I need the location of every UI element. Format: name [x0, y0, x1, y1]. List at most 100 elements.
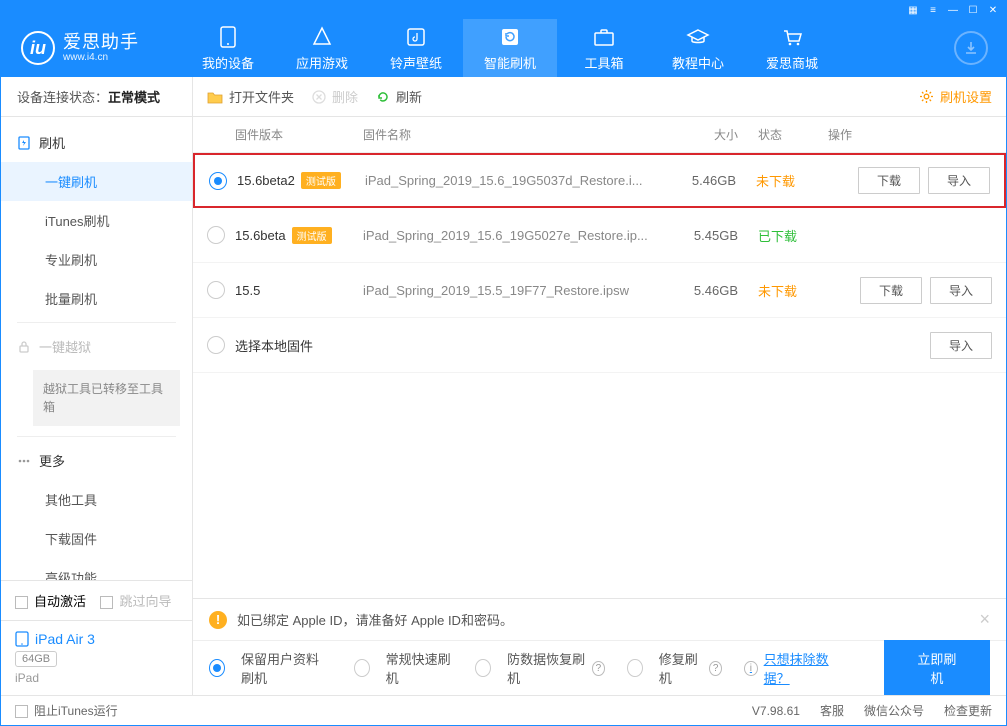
device-card[interactable]: iPad Air 3 64GB iPad: [1, 620, 192, 695]
beta-tag: 测试版: [292, 227, 332, 244]
help-icon[interactable]: ?: [592, 661, 605, 676]
lock-icon: [17, 340, 31, 354]
logo: iu 爱思助手 www.i4.cn: [1, 31, 181, 65]
block-itunes-checkbox[interactable]: 阻止iTunes运行: [15, 702, 118, 719]
version-cell: 15.6beta2测试版: [237, 172, 365, 189]
nav-label: 应用游戏: [296, 53, 348, 72]
nav-store[interactable]: 爱思商城: [745, 19, 839, 77]
nav-label: 爱思商城: [766, 53, 818, 72]
nav-ringtone[interactable]: 铃声壁纸: [369, 19, 463, 77]
footer-service[interactable]: 客服: [820, 702, 844, 719]
radio-button[interactable]: [207, 281, 225, 299]
sidebar-item-other[interactable]: 其他工具: [1, 480, 192, 519]
nav-label: 教程中心: [672, 53, 724, 72]
nav-tutorial[interactable]: 教程中心: [651, 19, 745, 77]
info-icon: i: [744, 661, 757, 676]
app-url: www.i4.cn: [63, 52, 139, 63]
radio-icon: [475, 659, 491, 677]
sidebar-item-batch[interactable]: 批量刷机: [1, 279, 192, 318]
sidebar-group-jailbreak: 一键越狱: [1, 327, 192, 366]
firmware-row[interactable]: 15.5iPad_Spring_2019_15.5_19F77_Restore.…: [193, 263, 1006, 318]
header-status: 状态: [738, 126, 828, 143]
table-header: 固件版本 固件名称 大小 状态 操作: [193, 117, 1006, 153]
firmware-row[interactable]: 15.6beta2测试版iPad_Spring_2019_15.6_19G503…: [193, 153, 1006, 208]
titlebar-menu-icon[interactable]: ≡: [924, 3, 942, 17]
footer-update[interactable]: 检查更新: [944, 702, 992, 719]
radio-icon: [354, 659, 370, 677]
opt-anti-recover[interactable]: 防数据恢复刷机?: [475, 649, 605, 687]
radio-button[interactable]: [207, 336, 225, 354]
sidebar-item-download[interactable]: 下载固件: [1, 519, 192, 558]
radio-icon: [627, 659, 643, 677]
flash-settings-button[interactable]: 刷机设置: [919, 87, 992, 106]
refresh-small-icon: [376, 90, 390, 104]
radio-icon: [209, 659, 225, 677]
import-button[interactable]: 导入: [930, 277, 992, 304]
grad-icon: [686, 25, 710, 49]
refresh-button[interactable]: 刷新: [376, 87, 422, 106]
open-folder-button[interactable]: 打开文件夹: [207, 87, 294, 106]
opt-keep-data[interactable]: 保留用户资料刷机: [209, 649, 332, 687]
opt-repair[interactable]: 修复刷机?: [627, 649, 722, 687]
sidebar-item-pro[interactable]: 专业刷机: [1, 240, 192, 279]
import-button[interactable]: 导入: [928, 167, 990, 194]
radio-button[interactable]: [207, 226, 225, 244]
footer-wechat[interactable]: 微信公众号: [864, 702, 924, 719]
tablet-icon: [15, 631, 29, 647]
download-button[interactable]: 下载: [860, 277, 922, 304]
sidebar-item-itunes[interactable]: iTunes刷机: [1, 201, 192, 240]
sidebar-item-oneclick[interactable]: 一键刷机: [1, 162, 192, 201]
erase-link[interactable]: i只想抹除数据？: [744, 649, 844, 687]
flash-now-button[interactable]: 立即刷机: [884, 640, 990, 696]
nav-label: 工具箱: [584, 53, 623, 72]
nav-flash[interactable]: 智能刷机: [463, 19, 557, 77]
titlebar-grid-icon[interactable]: ▦: [904, 3, 922, 17]
nav-apps[interactable]: 应用游戏: [275, 19, 369, 77]
warning-text: 如已绑定 Apple ID，请准备好 Apple ID和密码。: [237, 610, 513, 629]
status-label: 设备连接状态：: [17, 87, 108, 106]
firmware-row[interactable]: 15.6beta测试版iPad_Spring_2019_15.6_19G5027…: [193, 208, 1006, 263]
app-title: 爱思助手: [63, 33, 139, 53]
device-type: iPad: [15, 671, 178, 685]
delete-button: 删除: [312, 87, 358, 106]
size-cell: 5.45GB: [668, 228, 738, 243]
titlebar-close-icon[interactable]: ✕: [984, 3, 1002, 17]
nav-label: 智能刷机: [484, 53, 536, 72]
nav-label: 我的设备: [202, 53, 254, 72]
device-status: 设备连接状态： 正常模式: [1, 77, 192, 117]
refresh-icon: [498, 25, 522, 49]
skip-guide-checkbox[interactable]: 跳过向导: [100, 594, 171, 609]
sidebar-label: 刷机: [39, 133, 65, 152]
help-icon[interactable]: ?: [709, 661, 722, 676]
sidebar-group-more[interactable]: 更多: [1, 441, 192, 480]
warning-icon: !: [209, 611, 227, 629]
download-button[interactable]: 下载: [858, 167, 920, 194]
firmware-row[interactable]: 选择本地固件 导入: [193, 318, 1006, 373]
nav-toolbox[interactable]: 工具箱: [557, 19, 651, 77]
local-firmware-label: 选择本地固件: [235, 336, 828, 355]
opt-quick[interactable]: 常规快速刷机: [354, 649, 454, 687]
delete-icon: [312, 90, 326, 104]
download-manager-button[interactable]: [954, 31, 988, 65]
sidebar-label: 一键越狱: [39, 337, 91, 356]
sidebar-group-flash[interactable]: 刷机: [1, 123, 192, 162]
radio-button[interactable]: [209, 172, 227, 190]
titlebar-minimize-icon[interactable]: —: [944, 3, 962, 17]
size-cell: 5.46GB: [666, 173, 736, 188]
status-cell: 已下载: [738, 226, 828, 245]
folder-icon: [207, 90, 223, 104]
version-cell: 15.6beta测试版: [235, 227, 363, 244]
apps-icon: [310, 25, 334, 49]
auto-activate-checkbox[interactable]: 自动激活: [15, 594, 86, 609]
close-warning-button[interactable]: ×: [979, 609, 990, 630]
nav-my-device[interactable]: 我的设备: [181, 19, 275, 77]
name-cell: iPad_Spring_2019_15.6_19G5037d_Restore.i…: [365, 173, 666, 188]
import-button[interactable]: 导入: [930, 332, 992, 359]
device-name-text: iPad Air 3: [35, 631, 95, 647]
name-cell: iPad_Spring_2019_15.6_19G5027e_Restore.i…: [363, 228, 668, 243]
sidebar-item-advanced[interactable]: 高级功能: [1, 558, 192, 580]
titlebar-maximize-icon[interactable]: ☐: [964, 3, 982, 17]
sidebar-label: 更多: [39, 451, 65, 470]
header-version: 固件版本: [235, 126, 363, 143]
phone-icon: [216, 25, 240, 49]
